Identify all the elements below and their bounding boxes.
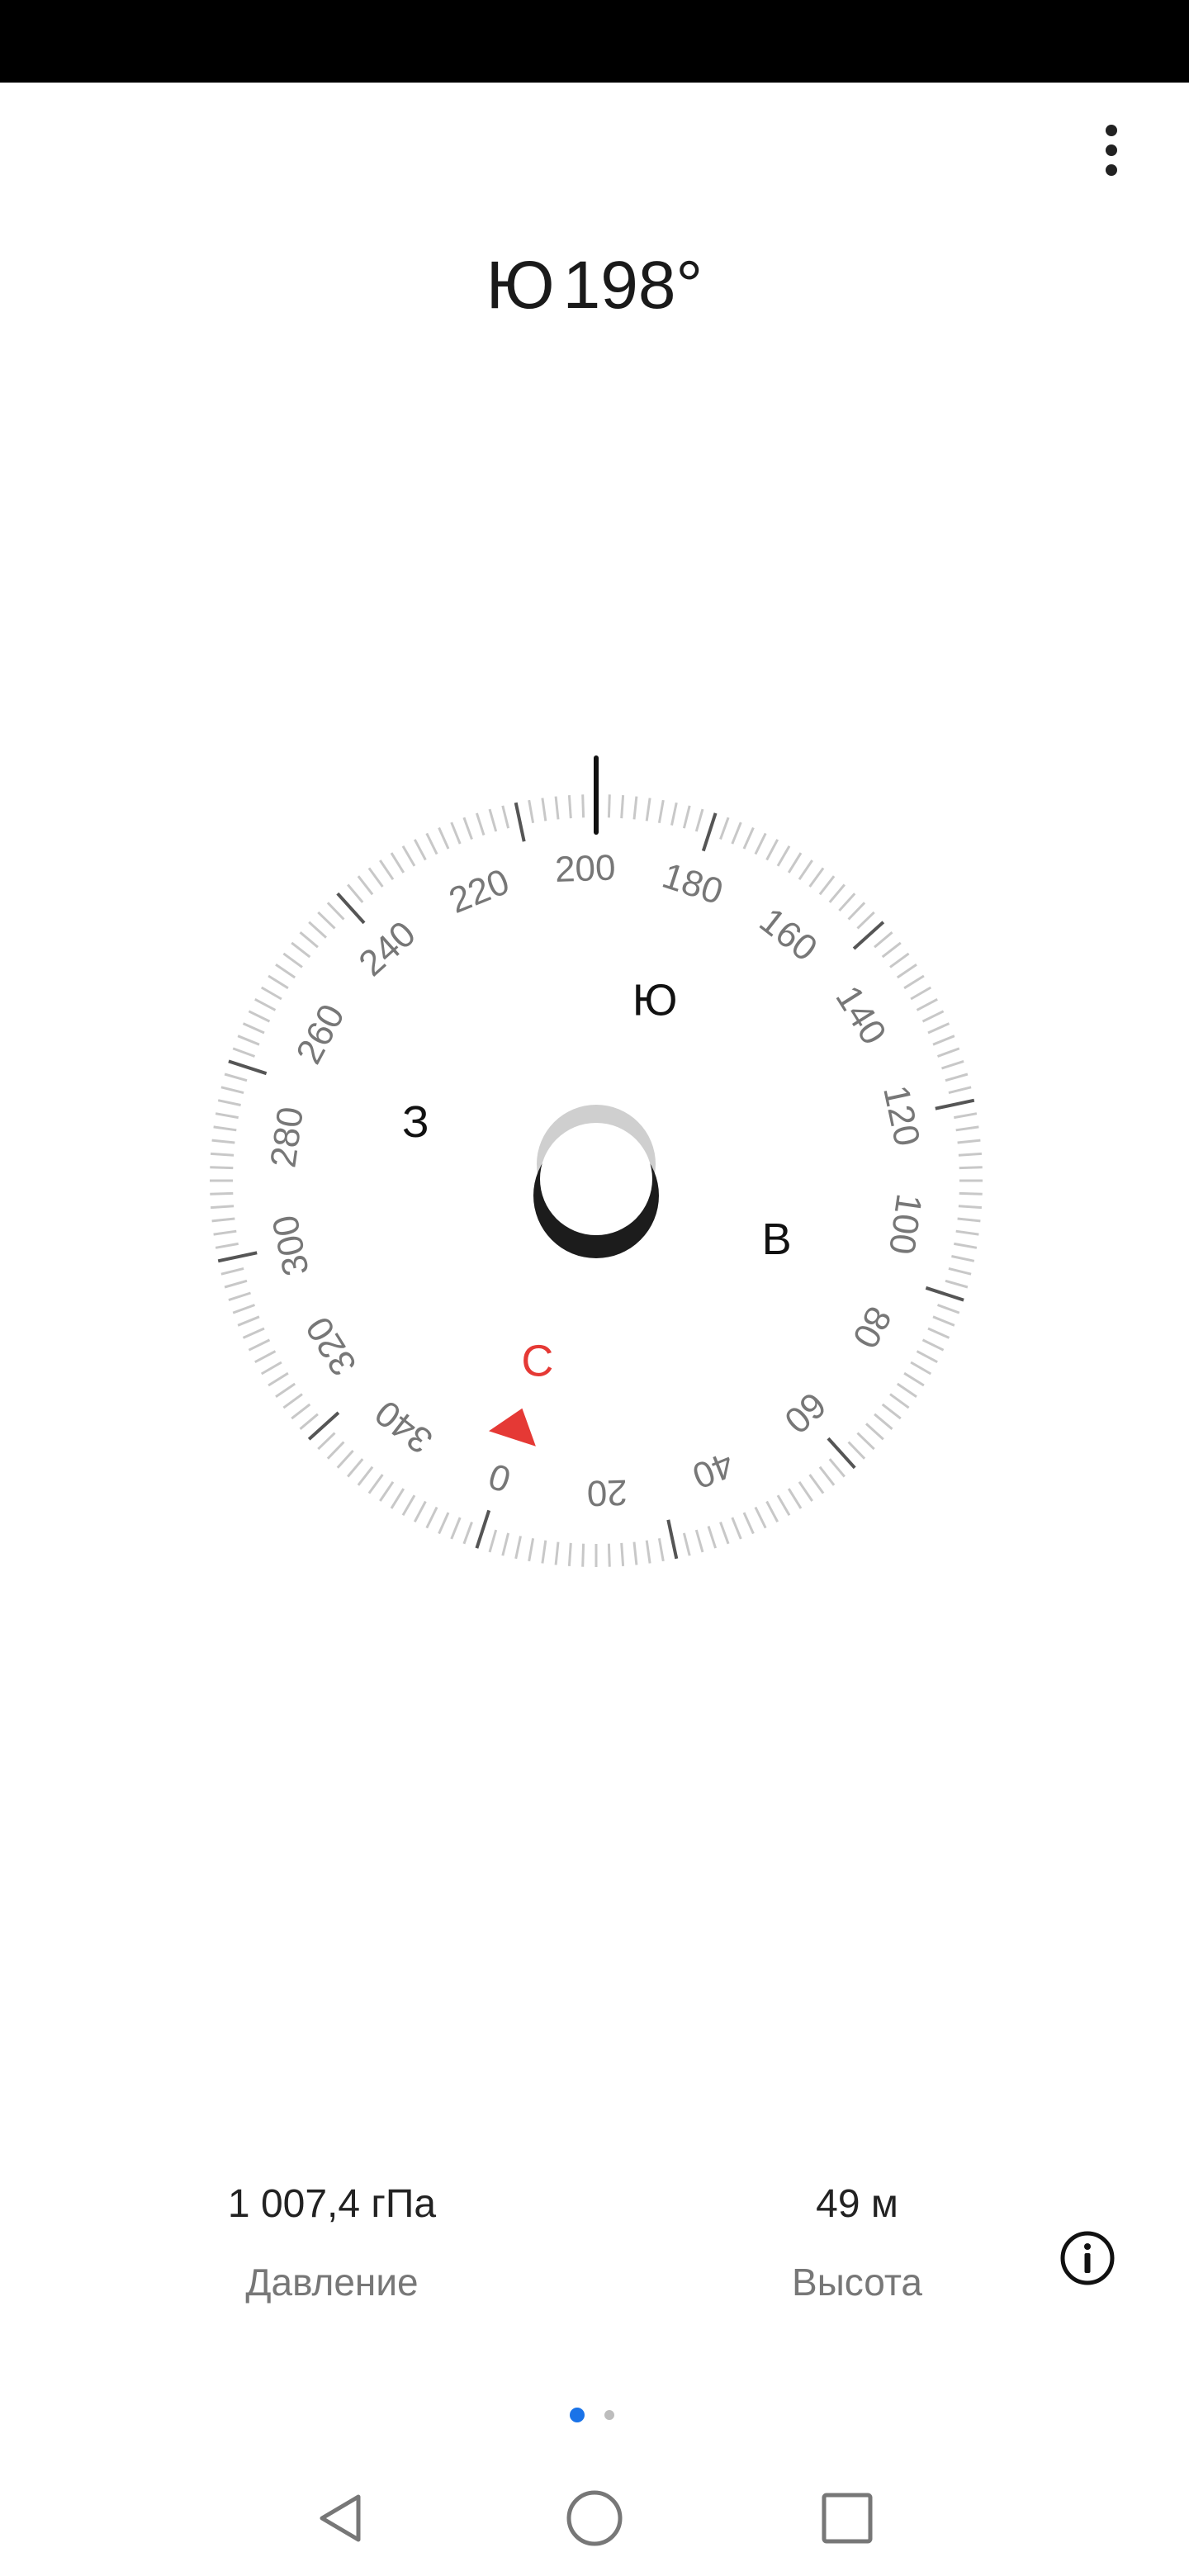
navigation-bar: [0, 2460, 1189, 2576]
nav-recent-button[interactable]: [806, 2477, 888, 2559]
altitude-value: 49 м: [816, 2182, 898, 2226]
pressure-stat: 1 007,4 гПа Давление: [126, 2180, 538, 2307]
more-options-button[interactable]: [1088, 116, 1135, 185]
status-bar: [0, 0, 1189, 83]
nav-back-button[interactable]: [299, 2477, 381, 2559]
page-dot-active[interactable]: [570, 2408, 585, 2422]
heading-readout: Ю 198°: [0, 244, 1189, 327]
heading-degrees: 198°: [562, 248, 703, 323]
sensor-readings: 1 007,4 гПа Давление 49 м Высота: [0, 2180, 1189, 2345]
altitude-stat: 49 м Высота: [651, 2180, 1063, 2307]
info-icon: [1060, 2231, 1115, 2285]
page-indicator: [561, 2403, 628, 2427]
heading-direction: Ю: [486, 248, 555, 323]
altitude-label: Высота: [792, 2261, 922, 2304]
page-dot-inactive[interactable]: [604, 2410, 614, 2420]
more-vert-icon: [1106, 125, 1117, 176]
pressure-label: Давление: [245, 2261, 419, 2304]
info-button[interactable]: [1059, 2229, 1116, 2287]
nav-recent-icon: [822, 2493, 873, 2544]
nav-home-button[interactable]: [553, 2477, 636, 2559]
nav-back-icon: [320, 2494, 361, 2542]
pressure-value: 1 007,4 гПа: [227, 2182, 437, 2226]
nav-home-icon: [566, 2490, 623, 2546]
